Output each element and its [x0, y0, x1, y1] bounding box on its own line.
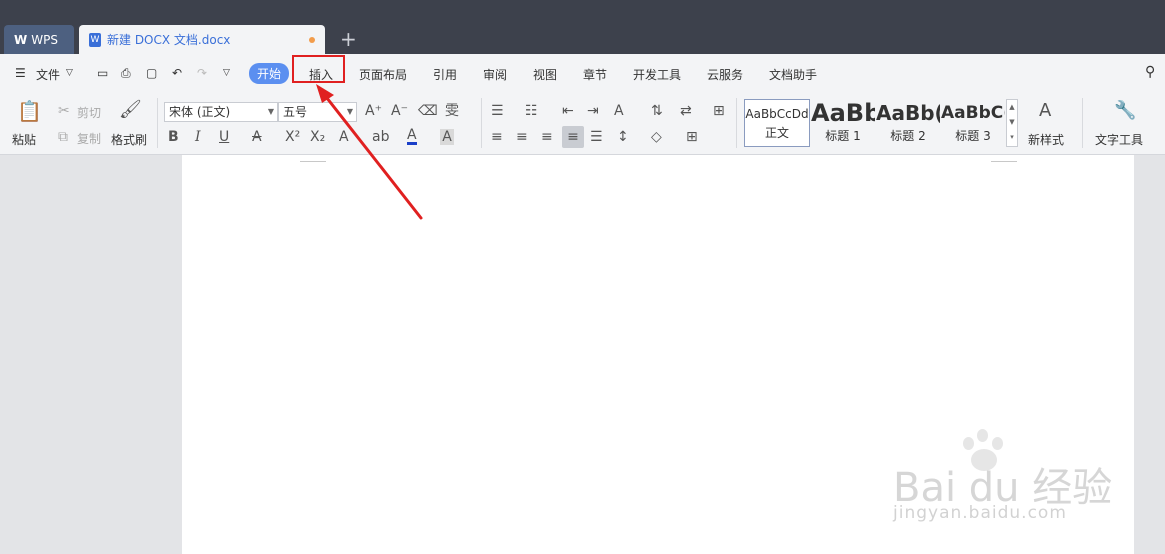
- annotation-arrow: [316, 84, 423, 220]
